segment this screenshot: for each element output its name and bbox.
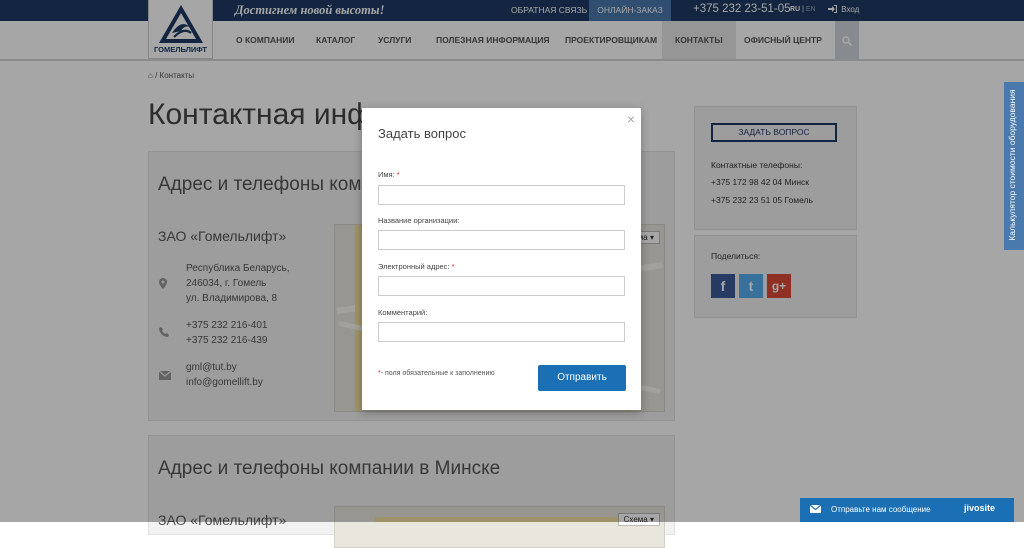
- close-icon[interactable]: ×: [627, 111, 635, 127]
- required-star: *: [396, 170, 400, 179]
- mail-icon: [810, 505, 821, 513]
- ask-question-modal: × Задать вопрос Имя: * Название организа…: [362, 108, 641, 410]
- chat-widget[interactable]: Отправьте нам сообщение jivosite: [800, 498, 1014, 522]
- organization-input[interactable]: [378, 230, 625, 250]
- chat-label: Отправьте нам сообщение: [831, 505, 931, 514]
- name-label: Имя: *: [378, 170, 400, 179]
- email-input[interactable]: [378, 276, 625, 296]
- email-label: Электронный адрес: *: [378, 262, 455, 271]
- modal-title: Задать вопрос: [378, 126, 466, 141]
- submit-button[interactable]: Отправить: [538, 365, 626, 391]
- chat-brand: jivosite: [964, 503, 996, 513]
- comment-label: Комментарий:: [378, 308, 428, 317]
- name-input[interactable]: [378, 185, 625, 205]
- comment-input[interactable]: [378, 322, 625, 342]
- required-star: *: [451, 262, 455, 271]
- cost-calculator-tab[interactable]: Калькулятор стоимости оборудования: [1004, 82, 1024, 250]
- calc-tab-label: Калькулятор стоимости оборудования: [1007, 89, 1017, 241]
- required-note: *- поля обязательные к заполнению: [378, 370, 495, 377]
- organization-label: Название организации:: [378, 216, 460, 225]
